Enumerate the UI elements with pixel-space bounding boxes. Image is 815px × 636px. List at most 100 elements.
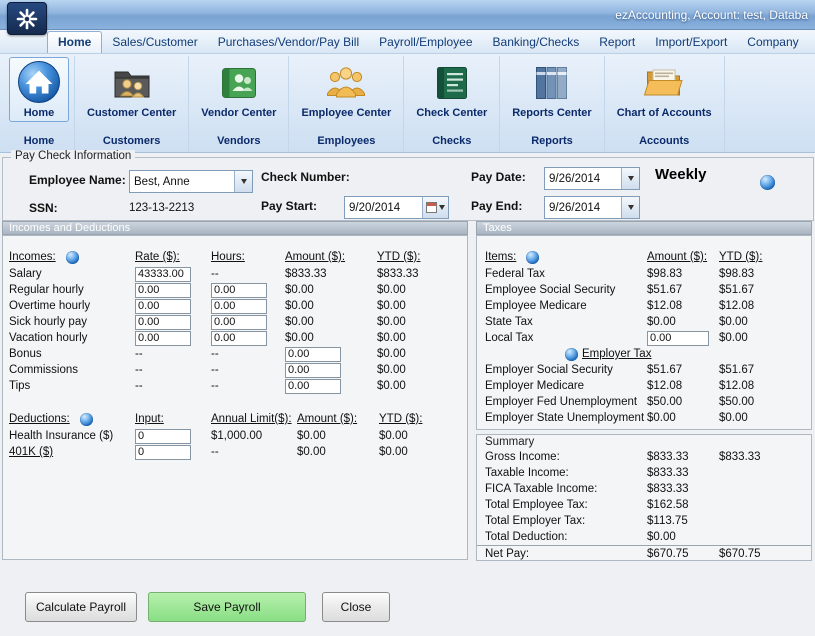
pay-date-chevron-down-icon: [621, 168, 639, 189]
summary-row-label: Gross Income:: [485, 451, 647, 463]
chevron-down-icon: [234, 171, 252, 192]
ytd-column-header: YTD ($):: [377, 251, 467, 263]
regular-hourly-hours-input[interactable]: [211, 283, 267, 298]
summary-rows: Gross Income:$833.33$833.33 Taxable Incom…: [477, 449, 811, 562]
rate-column-header: Rate ($):: [135, 251, 211, 263]
taxes-info-globe-icon[interactable]: [526, 251, 539, 264]
tax-row-employer-medicare: Employer Medicare$12.08$12.08: [477, 378, 811, 394]
pay-start-datepicker[interactable]: 9/20/2014: [344, 196, 449, 219]
title-bar: ezAccounting, Account: test, Databa: [0, 0, 815, 30]
summary-amount: $833.33: [647, 483, 719, 495]
menu-tab-purchases-vendor-pay-bill[interactable]: Purchases/Vendor/Pay Bill: [208, 32, 369, 53]
calculate-payroll-button[interactable]: Calculate Payroll: [25, 592, 137, 622]
toolbar-item-vendor-center[interactable]: Vendor CenterVendors: [189, 56, 289, 152]
menu-tab-home[interactable]: Home: [47, 31, 102, 53]
commissions-amount-input[interactable]: [285, 363, 341, 378]
summary-row-total-employer-tax: Total Employer Tax:$113.75: [477, 513, 811, 529]
toolbar-item-label: Employee Center: [301, 107, 391, 119]
employee-social-security-amount: $51.67: [647, 284, 719, 296]
employer-medicare-ytd: $12.08: [719, 380, 811, 392]
pay-date-select[interactable]: 9/26/2014: [544, 167, 640, 190]
deduction-row-health-insurance: Health Insurance ($)$1,000.00$0.00$0.00: [3, 428, 467, 444]
incomes-info-globe-icon[interactable]: [66, 251, 79, 264]
sick-hourly-pay-hours-input[interactable]: [211, 315, 267, 330]
overtime-hourly-hours-input[interactable]: [211, 299, 267, 314]
app-logo-icon[interactable]: [7, 2, 47, 35]
toolbar-item-check-center[interactable]: Check CenterChecks: [404, 56, 500, 152]
401k-ytd: $0.00: [379, 446, 467, 458]
overtime-hourly-rate-input[interactable]: [135, 299, 191, 314]
summary-row-gross-income: Gross Income:$833.33$833.33: [477, 449, 811, 465]
state-tax-ytd: $0.00: [719, 316, 811, 328]
tips-amount-input[interactable]: [285, 379, 341, 394]
vacation-hourly-rate-input[interactable]: [135, 331, 191, 346]
pay-end-select[interactable]: 9/26/2014: [544, 196, 640, 219]
toolbar-item-label: Check Center: [416, 107, 487, 119]
summary-amount: $0.00: [647, 531, 719, 543]
menu-tab-help[interactable]: Help: [809, 32, 815, 53]
employer-tax-label: Employer Tax: [582, 348, 651, 360]
paycheck-info-globe-icon[interactable]: [760, 175, 775, 190]
bonus-rate: --: [135, 348, 211, 360]
income-row-vacation-hourly: Vacation hourly$0.00$0.00: [3, 330, 467, 346]
menu-tab-banking-checks[interactable]: Banking/Checks: [483, 32, 590, 53]
tips-ytd: $0.00: [377, 380, 467, 392]
tax-amount-column-header: Amount ($):: [647, 251, 719, 263]
employer-social-security-ytd: $51.67: [719, 364, 811, 376]
employer-fed-unemployment-amount: $50.00: [647, 396, 719, 408]
ded-ytd-column-header: YTD ($):: [379, 413, 467, 425]
regular-hourly-rate-input[interactable]: [135, 283, 191, 298]
bonus-amount-input[interactable]: [285, 347, 341, 362]
local-tax-ytd: $0.00: [719, 332, 811, 344]
ssn-value: 123-13-2213: [129, 202, 194, 214]
summary-row-total-deduction: Total Deduction:$0.00: [477, 529, 811, 545]
health-insurance-ytd: $0.00: [379, 430, 467, 442]
bonus-hours: --: [211, 348, 285, 360]
save-payroll-button[interactable]: Save Payroll: [148, 592, 306, 622]
summary-ytd: $670.75: [719, 548, 811, 560]
health-insurance-annual-limit: $1,000.00: [211, 430, 297, 442]
local-tax-amount-input[interactable]: [647, 331, 709, 346]
state-tax-amount: $0.00: [647, 316, 719, 328]
income-row-label: Vacation hourly: [9, 332, 135, 344]
employer-social-security-amount: $51.67: [647, 364, 719, 376]
salary-rate-input[interactable]: [135, 267, 191, 282]
vacation-hourly-hours-input[interactable]: [211, 331, 267, 346]
health-insurance-input-input[interactable]: [135, 429, 191, 444]
income-row-label: Bonus: [9, 348, 135, 360]
menu-tab-import-export[interactable]: Import/Export: [645, 32, 737, 53]
tax-row-label: Employee Medicare: [485, 300, 647, 312]
employer-tax-rows: Employer Social Security$51.67$51.67Empl…: [477, 362, 811, 426]
income-row-overtime-hourly: Overtime hourly$0.00$0.00: [3, 298, 467, 314]
summary-row-label: FICA Taxable Income:: [485, 483, 647, 495]
employer-tax-globe-icon[interactable]: [565, 348, 578, 361]
ssn-label: SSN:: [29, 201, 58, 215]
menu-tab-company[interactable]: Company: [737, 32, 808, 53]
deduction-row-label: Health Insurance ($): [9, 430, 135, 442]
toolbar-item-employee-center[interactable]: Employee CenterEmployees: [289, 56, 404, 152]
tax-row-employer-state-unemployment: Employer State Unemployment$0.00$0.00: [477, 410, 811, 426]
menu-tab-sales-customer[interactable]: Sales/Customer: [102, 32, 207, 53]
income-row-label: Commissions: [9, 364, 135, 376]
tax-row-federal-tax: Federal Tax$98.83$98.83: [477, 266, 811, 282]
toolbar-item-home[interactable]: HomeHome: [4, 56, 75, 152]
summary-row-label: Taxable Income:: [485, 467, 647, 479]
employee-name-select[interactable]: Best, Anne: [129, 170, 253, 193]
401k-input-input[interactable]: [135, 445, 191, 460]
toolbar-item-reports-center[interactable]: Reports CenterReports: [500, 56, 604, 152]
sick-hourly-pay-rate-input[interactable]: [135, 315, 191, 330]
toolbar-item-chart-of-accounts[interactable]: Chart of AccountsAccounts: [605, 56, 725, 152]
employer-tax-subheader: Employer Tax: [477, 346, 811, 362]
deductions-info-globe-icon[interactable]: [80, 413, 93, 426]
employee-medicare-ytd: $12.08: [719, 300, 811, 312]
app-window: ezAccounting, Account: test, Databa Home…: [0, 0, 815, 636]
toolbar-item-customer-center[interactable]: Customer CenterCustomers: [75, 56, 189, 152]
summary-row-total-employee-tax: Total Employee Tax:$162.58: [477, 497, 811, 513]
menu-tab-payroll-employee[interactable]: Payroll/Employee: [369, 32, 482, 53]
close-button[interactable]: Close: [322, 592, 390, 622]
income-row-label: Overtime hourly: [9, 300, 135, 312]
menu-tab-report[interactable]: Report: [589, 32, 645, 53]
tax-row-label: State Tax: [485, 316, 647, 328]
incomes-header-row: Incomes: Rate ($): Hours: Amount ($): YT…: [3, 248, 467, 266]
commissions-hours: --: [211, 364, 285, 376]
